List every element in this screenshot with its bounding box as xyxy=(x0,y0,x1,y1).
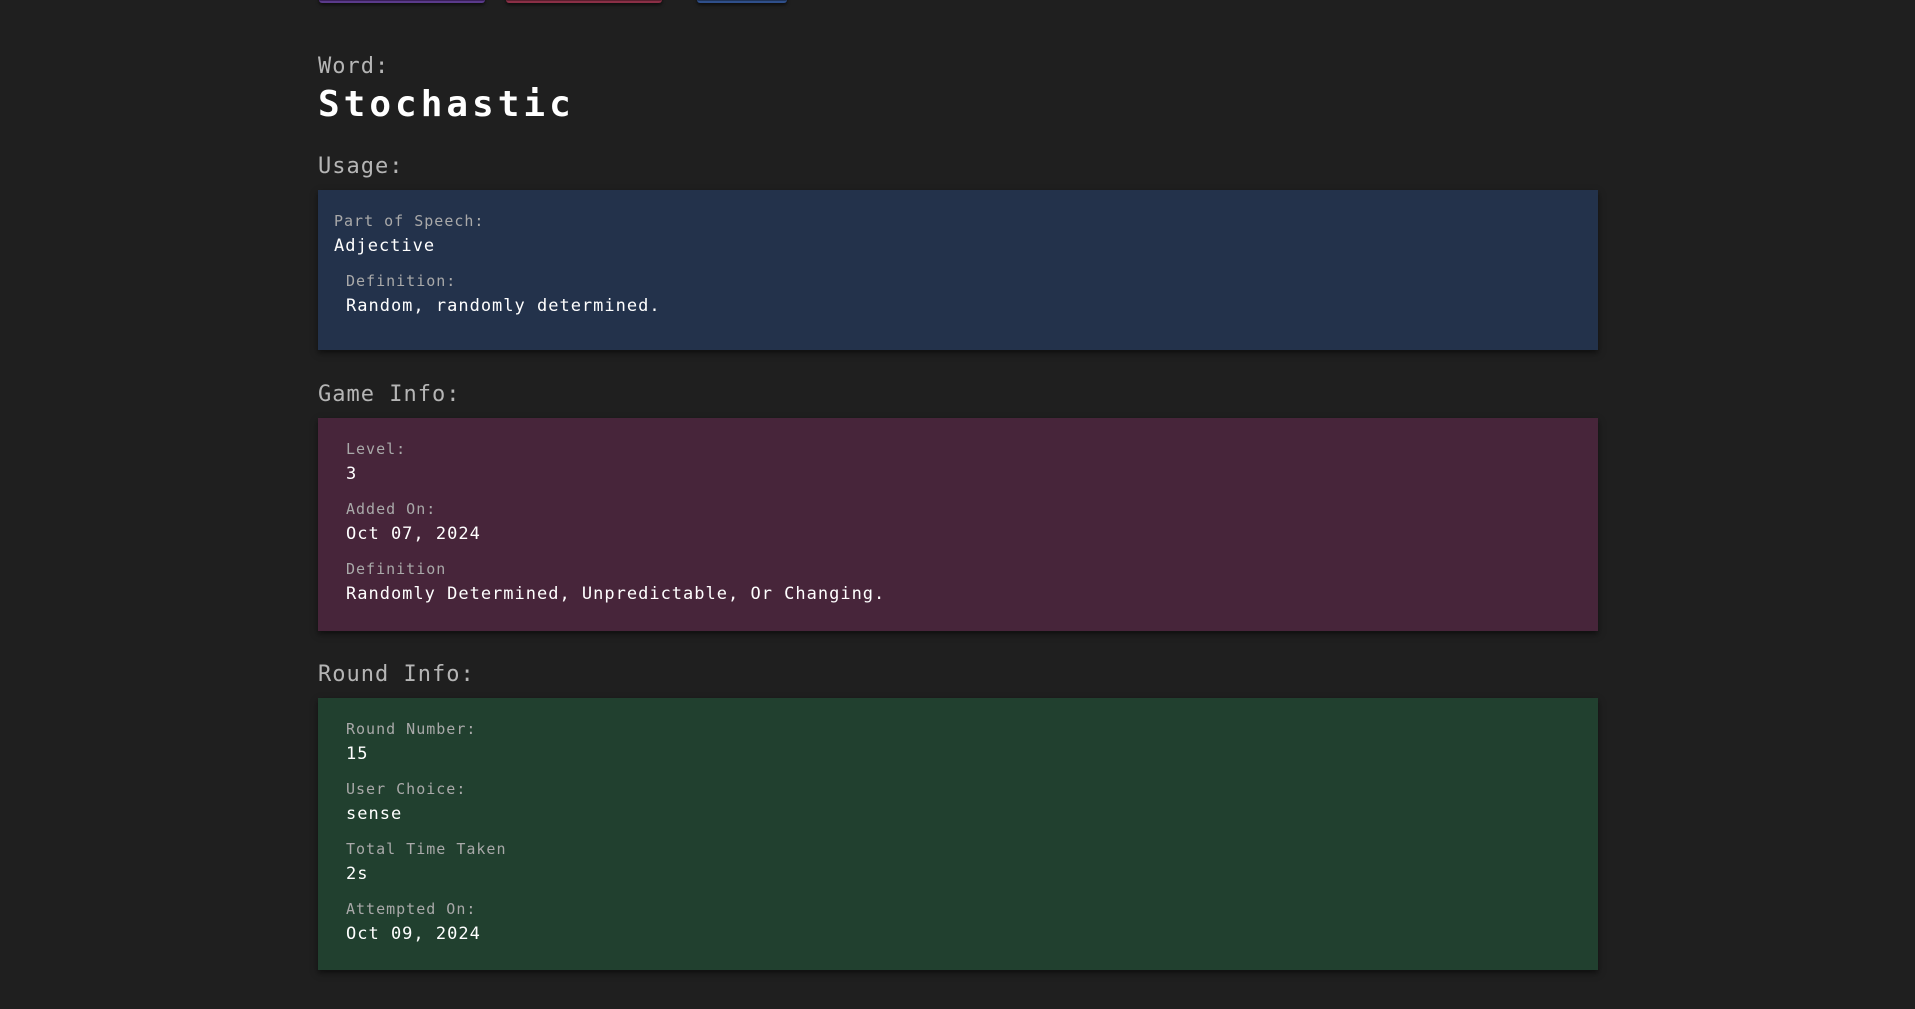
level-value: 3 xyxy=(346,464,358,484)
part-of-speech-value: Adjective xyxy=(334,236,436,256)
top-button-purple[interactable] xyxy=(319,0,485,3)
time-taken-label: Total Time Taken xyxy=(346,840,507,858)
attempted-on-label: Attempted On: xyxy=(346,900,477,918)
added-on-value: Oct 07, 2024 xyxy=(346,524,481,544)
usage-definition-label: Definition: xyxy=(346,272,457,290)
attempted-on-value: Oct 09, 2024 xyxy=(346,924,481,944)
round-number-label: Round Number: xyxy=(346,720,477,738)
game-info-card: Level: 3 Added On: Oct 07, 2024 Definiti… xyxy=(318,418,1598,631)
time-taken-value: 2s xyxy=(346,864,369,884)
word-detail-page: Word: Stochastic Usage: Part of Speech: … xyxy=(0,0,1915,1009)
level-label: Level: xyxy=(346,440,407,458)
usage-card: Part of Speech: Adjective Definition: Ra… xyxy=(318,190,1598,350)
usage-heading: Usage: xyxy=(318,154,404,179)
usage-definition-value: Random, randomly determined. xyxy=(346,296,661,316)
top-button-red[interactable] xyxy=(506,0,662,3)
added-on-label: Added On: xyxy=(346,500,437,518)
round-info-card: Round Number: 15 User Choice: sense Tota… xyxy=(318,698,1598,970)
top-button-blue[interactable] xyxy=(697,0,787,3)
user-choice-label: User Choice: xyxy=(346,780,467,798)
word-title: Stochastic xyxy=(318,84,575,125)
game-definition-label: Definition xyxy=(346,560,447,578)
round-info-heading: Round Info: xyxy=(318,662,475,687)
word-label: Word: xyxy=(318,54,390,79)
round-number-value: 15 xyxy=(346,744,369,764)
part-of-speech-label: Part of Speech: xyxy=(334,212,485,230)
game-info-heading: Game Info: xyxy=(318,382,461,407)
game-definition-value: Randomly Determined, Unpredictable, Or C… xyxy=(346,584,886,604)
user-choice-value: sense xyxy=(346,804,403,824)
